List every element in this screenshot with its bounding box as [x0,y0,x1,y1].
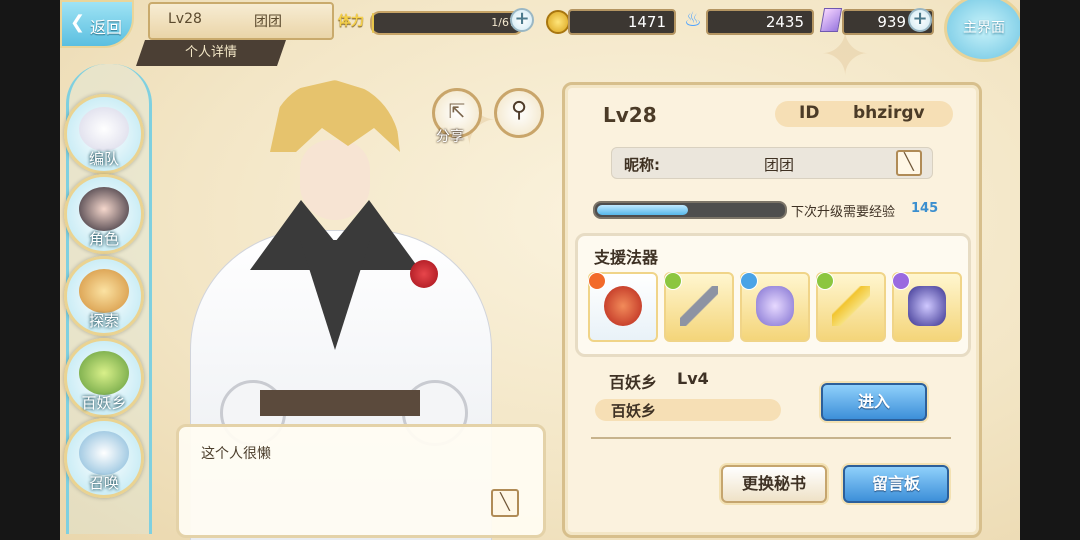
enter-village-button[interactable]: 进入 [821,383,927,421]
fire-element-icon [588,272,606,290]
nav-village[interactable]: 百妖乡 [64,338,144,418]
stamina-label: 体力 [338,14,365,29]
nav-character-label: 角色 [88,230,119,248]
character-face [300,140,370,220]
add-crystal-button[interactable]: + [908,8,932,32]
village-level: Lv4 [677,369,709,388]
character-belt [260,390,420,416]
id-label: ID [799,103,820,123]
red-flower-icon [410,260,438,288]
back-label: 返回 [90,18,123,37]
tab-personal-details[interactable]: 个人详情 [136,40,286,66]
screen: ✦ ✦ ✦ ❮ 返回 Lv28 团团 个人详情 体力 1/67 + 1471 ♨… [0,0,1080,540]
change-secretary-button[interactable]: 更换秘书 [721,465,827,503]
coin-counter: 1471 [568,9,676,35]
artifacts-title: 支援法器 [594,248,659,267]
bio-text: 这个人很懒 [201,446,271,462]
red-orb-artifact-icon [604,286,642,326]
artifact-slot-5[interactable] [892,272,962,342]
exp-bar [593,201,787,219]
explore-icon [79,269,129,313]
nav-village-label: 百妖乡 [81,394,127,412]
soul-counter: 2435 [706,9,814,35]
dark-element-icon [892,272,910,290]
profile-panel: Lv28 ID bhzirgv 昵称: 团团 ╲ 下次升级需要经验 145 支援… [562,82,982,538]
nav-team[interactable]: 编队 [64,94,144,174]
nav-explore-label: 探索 [88,312,119,330]
village-name-badge: 百妖乡 [595,399,781,421]
nav-summon-label: 召唤 [88,474,119,492]
stamina-bar: 1/67 [370,11,524,35]
artifact-slot-3[interactable] [740,272,810,342]
divider [591,437,951,439]
edit-bio-icon[interactable]: ╲ [491,489,519,517]
team-icon [79,107,129,151]
nickname-value: 团团 [764,156,795,174]
right-letterbox [1020,0,1080,540]
village-title: 百妖乡 [609,373,658,392]
water-element-icon [740,272,758,290]
village-icon [79,351,129,395]
nickname-label: 昵称: [624,156,660,174]
summon-icon [79,431,129,475]
dark-sword-artifact-icon [908,286,946,326]
nav-team-label: 编队 [88,150,119,168]
nav-explore[interactable]: 探索 [64,256,144,336]
exp-value: 145 [911,201,939,216]
crossbow-artifact-icon [680,286,718,326]
id-value: bhzirgv [853,103,925,123]
profile-level: Lv28 [603,103,657,127]
search-button[interactable]: ⚲ [494,88,544,138]
share-icon: ⇱ [448,99,466,123]
player-name: 团团 [254,14,282,30]
player-level: Lv28 [168,11,202,27]
nav-character[interactable]: 角色 [64,174,144,254]
magnifier-icon: ⚲ [510,98,528,123]
support-artifacts-box: 支援法器 [575,233,971,357]
message-board-button[interactable]: 留言板 [843,465,949,503]
soul-amount: 2435 [765,13,804,31]
artifact-slot-1[interactable] [588,272,658,342]
character-icon [79,187,129,231]
artifact-slot-4[interactable] [816,272,886,342]
soul-flame-icon: ♨ [684,7,702,31]
nickname-field: 昵称: 团团 ╲ [611,147,933,179]
bio-box: 这个人很懒 ╲ [176,424,546,538]
serpent-sword-artifact-icon [756,286,794,326]
home-button[interactable]: 主界面 [944,0,1020,62]
crystal-amount: 939 [877,13,906,31]
add-stamina-button[interactable]: + [510,8,534,32]
player-summary-tab: Lv28 团团 [148,2,334,40]
coin-icon [546,10,570,34]
exp-label: 下次升级需要经验 [791,205,896,220]
nav-summon[interactable]: 召唤 [64,418,144,498]
game-view: ✦ ✦ ✦ ❮ 返回 Lv28 团团 个人详情 体力 1/67 + 1471 ♨… [60,0,1020,540]
back-arrow-icon: ❮ [70,12,86,33]
player-id-badge: ID bhzirgv [775,101,953,127]
stamina-fill [372,13,375,33]
coin-amount: 1471 [627,13,666,31]
left-letterbox [0,0,60,540]
golden-blade-artifact-icon [832,286,870,326]
village-name: 百妖乡 [611,402,657,420]
exp-fill [597,205,689,215]
edit-nickname-icon[interactable]: ╲ [896,150,922,176]
artifact-slot-2[interactable] [664,272,734,342]
back-button[interactable]: ❮ 返回 [60,0,134,48]
share-label: 分享 [436,129,464,145]
